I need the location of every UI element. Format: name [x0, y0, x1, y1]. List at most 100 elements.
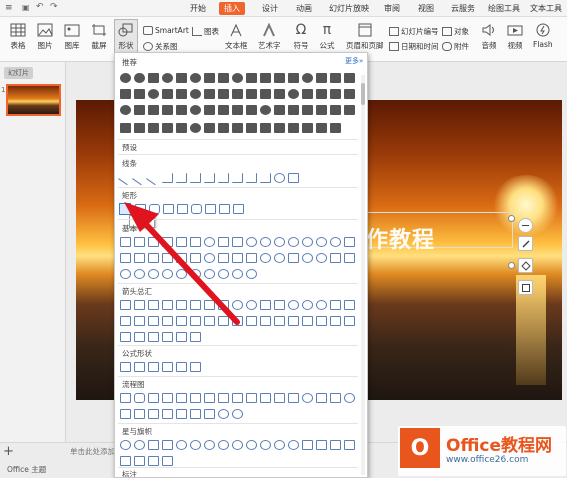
shape-item[interactable] — [232, 89, 243, 99]
shape-item[interactable] — [330, 393, 341, 403]
shape-item[interactable] — [190, 73, 201, 83]
shape-item[interactable] — [288, 173, 299, 183]
shape-item[interactable] — [232, 253, 243, 263]
shape-item[interactable] — [218, 440, 229, 450]
shape-item[interactable] — [288, 253, 299, 263]
shape-item[interactable] — [190, 237, 201, 247]
shape-item[interactable] — [302, 89, 313, 99]
shape-item[interactable] — [118, 170, 133, 186]
frame-icon[interactable] — [518, 280, 533, 295]
shape-item[interactable] — [218, 123, 229, 133]
shape-item[interactable] — [134, 440, 145, 450]
shape-item[interactable] — [288, 105, 299, 115]
shape-item[interactable] — [162, 89, 173, 99]
shape-item[interactable] — [246, 105, 257, 115]
shape-item[interactable] — [218, 89, 229, 99]
shape-item[interactable] — [120, 73, 131, 83]
shape-item[interactable] — [134, 253, 145, 263]
shape-item[interactable] — [162, 253, 173, 263]
shape-item[interactable] — [176, 73, 187, 83]
shape-item[interactable] — [288, 89, 299, 99]
shape-item[interactable] — [134, 393, 145, 403]
shape-item[interactable] — [148, 105, 159, 115]
shape-item[interactable] — [344, 440, 355, 450]
shape-item[interactable] — [176, 123, 187, 133]
formula-button[interactable]: π 公式 — [318, 22, 336, 51]
table-button[interactable]: 表格 — [9, 22, 27, 51]
shape-item[interactable] — [190, 105, 201, 115]
shape-item[interactable] — [316, 440, 327, 450]
shape-item[interactable] — [204, 89, 215, 99]
shape-item[interactable] — [134, 237, 145, 247]
shape-item[interactable] — [176, 237, 187, 247]
shape-item[interactable] — [260, 123, 271, 133]
shape-item[interactable] — [218, 237, 229, 247]
shape-item[interactable] — [246, 123, 257, 133]
shape-item[interactable] — [330, 237, 341, 247]
shape-item[interactable] — [316, 393, 327, 403]
shape-item[interactable] — [260, 89, 271, 99]
shape-item[interactable] — [260, 73, 271, 83]
shape-item[interactable] — [246, 237, 257, 247]
menu-text-tools[interactable]: 文本工具 — [530, 3, 562, 14]
shape-item[interactable] — [204, 440, 215, 450]
shape-item[interactable] — [120, 456, 131, 466]
smartart-button[interactable]: SmartArt — [143, 26, 189, 35]
headerfooter-button[interactable]: 页眉和页脚 — [346, 22, 384, 51]
shape-item[interactable] — [190, 409, 201, 419]
shape-item[interactable] — [176, 332, 187, 342]
shape-item[interactable] — [344, 316, 355, 326]
shape-item[interactable] — [190, 300, 201, 310]
shape-item[interactable] — [190, 89, 201, 99]
shape-item[interactable] — [316, 89, 327, 99]
shape-item[interactable] — [330, 440, 341, 450]
undo-icon[interactable]: ↶ — [36, 2, 44, 12]
shape-item[interactable] — [204, 73, 215, 83]
shape-item[interactable] — [344, 73, 355, 83]
shape-item[interactable] — [232, 73, 243, 83]
shape-item[interactable] — [330, 89, 341, 99]
shape-item[interactable] — [134, 456, 145, 466]
datetime-button[interactable]: 日期和时间 — [389, 41, 439, 52]
shape-item[interactable] — [246, 300, 257, 310]
shape-item[interactable] — [246, 393, 257, 403]
audio-button[interactable]: 音频 — [480, 22, 498, 51]
shape-item[interactable] — [288, 237, 299, 247]
shape-item[interactable] — [344, 393, 355, 403]
shape-item[interactable] — [232, 316, 243, 326]
shape-item[interactable] — [190, 123, 201, 133]
shape-item[interactable] — [302, 73, 313, 83]
shape-item[interactable] — [233, 204, 244, 214]
shape-item[interactable] — [260, 316, 271, 326]
pencil-icon[interactable] — [518, 236, 533, 251]
shape-item[interactable] — [274, 105, 285, 115]
shape-item[interactable] — [134, 269, 145, 279]
shape-item[interactable] — [246, 73, 257, 83]
shape-item[interactable] — [163, 204, 174, 214]
shape-item[interactable] — [246, 173, 257, 183]
shape-item[interactable] — [162, 456, 173, 466]
shape-item[interactable] — [162, 105, 173, 115]
shape-item[interactable] — [316, 237, 327, 247]
shape-item[interactable] — [148, 123, 159, 133]
shape-item[interactable] — [190, 393, 201, 403]
shape-item[interactable] — [162, 269, 173, 279]
shape-item[interactable] — [132, 170, 147, 186]
shape-item[interactable] — [330, 105, 341, 115]
scrollbar-thumb[interactable] — [361, 83, 365, 105]
shape-item[interactable] — [232, 123, 243, 133]
shape-item[interactable] — [274, 393, 285, 403]
shape-item[interactable] — [260, 173, 271, 183]
shape-item[interactable] — [120, 253, 131, 263]
shape-item[interactable] — [218, 409, 229, 419]
shape-item[interactable] — [146, 170, 161, 186]
flash-button[interactable]: Flash — [533, 22, 553, 49]
shape-item[interactable] — [302, 237, 313, 247]
shape-item[interactable] — [120, 393, 131, 403]
shape-item[interactable] — [148, 409, 159, 419]
shape-item[interactable] — [232, 105, 243, 115]
menu-view[interactable]: 视图 — [418, 3, 434, 14]
shape-item[interactable] — [274, 123, 285, 133]
shape-item[interactable] — [120, 89, 131, 99]
shape-item[interactable] — [120, 362, 131, 372]
